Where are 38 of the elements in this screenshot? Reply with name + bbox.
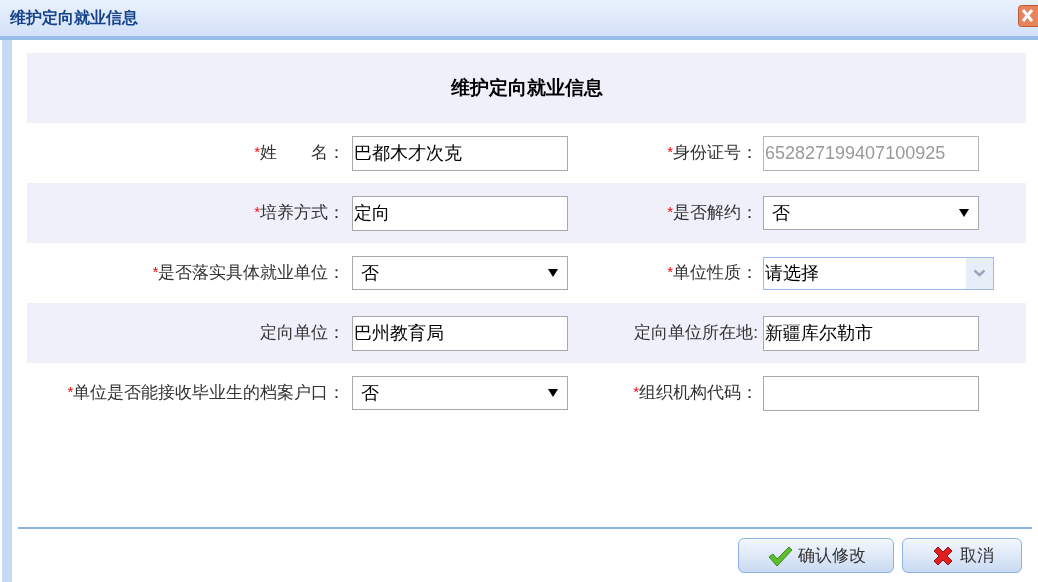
dropdown-arrow-icon [958, 208, 970, 218]
field-label: 姓 名： [260, 142, 345, 165]
field-label: 定向单位所在地: [634, 322, 758, 345]
required-mark: * [667, 202, 673, 223]
dropdown-arrow-icon [547, 268, 559, 278]
confirm-button[interactable]: 确认修改 [738, 538, 894, 573]
required-mark: * [633, 382, 639, 403]
required-mark: * [667, 142, 673, 163]
field-label: 是否落实具体就业单位： [158, 262, 346, 285]
field-label: 定向单位： [260, 322, 345, 345]
required-mark: * [67, 382, 74, 403]
text-field[interactable]: 新疆库尔勒市 [763, 315, 979, 351]
required-mark: * [254, 202, 260, 223]
cancel-button[interactable]: 取消 [902, 538, 1022, 573]
dropdown-arrow-icon [547, 388, 559, 398]
check-icon [766, 544, 793, 567]
field-label: 身份证号： [673, 142, 758, 165]
dropdown[interactable]: 否 [352, 376, 568, 410]
text-field[interactable]: 定向 [352, 195, 568, 231]
field-label: 单位性质： [673, 262, 758, 285]
field-label: 培养方式： [260, 202, 345, 225]
combo-box[interactable]: 请选择 [763, 256, 994, 290]
window-title: 维护定向就业信息 [10, 8, 138, 28]
text-field[interactable]: 巴州教育局 [352, 315, 568, 351]
dropdown-trigger[interactable] [966, 257, 993, 289]
field-label: 是否解约： [673, 202, 758, 225]
text-field[interactable] [763, 375, 979, 411]
field-label: 组织机构代码： [639, 382, 758, 405]
required-mark: * [152, 262, 159, 283]
text-field[interactable]: 巴都木才次克 [352, 135, 568, 171]
form-heading: 维护定向就业信息 [450, 75, 603, 100]
chevron-down-icon [973, 269, 986, 277]
dropdown[interactable]: 否 [352, 256, 568, 290]
field-label: 单位是否能接收毕业生的档案户口： [73, 382, 346, 405]
required-mark: * [254, 142, 260, 163]
dropdown[interactable]: 否 [763, 196, 979, 230]
required-mark: * [667, 262, 673, 283]
close-icon[interactable] [1018, 5, 1038, 27]
